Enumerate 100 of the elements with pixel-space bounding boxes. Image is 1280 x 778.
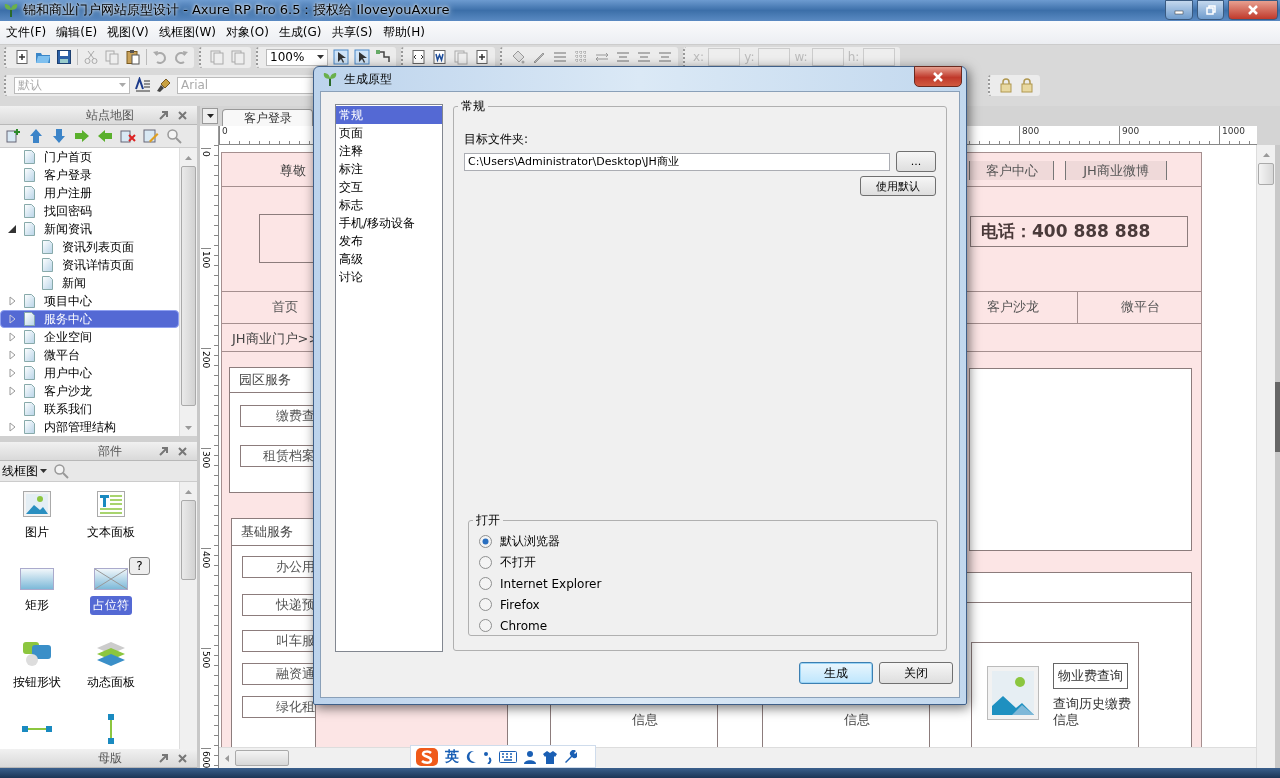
folder-field[interactable]: C:\Users\Administrator\Desktop\JH商业 <box>464 152 890 171</box>
category-item[interactable]: 标注 <box>336 160 442 178</box>
scrollbar[interactable] <box>179 482 197 750</box>
tree-item[interactable]: 联系我们 <box>0 400 179 419</box>
coordinate-field[interactable] <box>708 48 741 67</box>
service-button[interactable]: 快递预 <box>242 594 316 617</box>
text-style-icon[interactable] <box>135 77 151 94</box>
tree-item[interactable]: 新闻 <box>0 274 179 293</box>
menu-item[interactable]: 线框图(W) <box>154 21 221 43</box>
category-item[interactable]: 常规 <box>336 106 442 124</box>
scrollbar-thumb[interactable] <box>1258 163 1274 186</box>
tree-item[interactable]: 微平台 <box>0 346 179 365</box>
scrollbar-thumb[interactable] <box>181 166 196 407</box>
close-icon[interactable] <box>178 446 187 456</box>
tree-item[interactable]: 新闻资讯 <box>0 220 179 239</box>
category-item[interactable]: 发布 <box>336 232 442 250</box>
radio-button[interactable] <box>479 556 492 569</box>
scrollbar[interactable] <box>1256 145 1275 769</box>
radio-button[interactable] <box>479 598 492 611</box>
radio-label[interactable]: Chrome <box>500 618 548 633</box>
menu-item[interactable]: 帮助(H) <box>378 21 429 43</box>
wrench-icon[interactable] <box>563 749 577 764</box>
tree-item[interactable]: 资讯详情页面 <box>0 256 179 275</box>
scrollbar[interactable] <box>179 148 197 437</box>
html-file-icon[interactable] <box>411 49 427 66</box>
radio-label[interactable]: Internet Explorer <box>500 576 602 591</box>
widget-label[interactable]: 矩形 <box>22 596 52 616</box>
category-item[interactable]: 讨论 <box>336 268 442 286</box>
tab-menu-button[interactable] <box>202 108 218 125</box>
search-icon[interactable] <box>166 128 182 145</box>
expanded-triangle-icon[interactable] <box>8 225 16 234</box>
widget-label[interactable]: 按钮形状 <box>10 673 64 693</box>
dynamic-panel-icon[interactable] <box>96 641 126 668</box>
close-button[interactable] <box>1228 0 1278 21</box>
rectangle-icon[interactable] <box>20 568 54 591</box>
top-link[interactable]: JH商业微博 <box>1065 161 1167 181</box>
page-stack-icon[interactable] <box>209 49 225 66</box>
scroll-up-icon[interactable] <box>185 156 192 161</box>
restore-button[interactable] <box>1197 0 1224 21</box>
page-tab[interactable]: 客户登录 <box>222 109 313 127</box>
paint-bucket-icon[interactable] <box>510 49 526 66</box>
radio-button[interactable] <box>479 535 492 548</box>
save-icon[interactable] <box>56 49 72 66</box>
service-button[interactable]: 缴费查 <box>240 405 316 428</box>
nav-item[interactable]: 首页 <box>222 291 315 324</box>
punctuation-icon[interactable] <box>483 749 493 764</box>
zoom-select[interactable]: 100% <box>266 48 328 66</box>
tree-item[interactable]: 用户中心 <box>0 364 179 383</box>
minimize-button[interactable] <box>1165 0 1193 21</box>
add-page-icon[interactable] <box>5 128 21 145</box>
menu-item[interactable]: 文件(F) <box>2 21 51 43</box>
menu-item[interactable]: 对象(O) <box>222 21 273 43</box>
scroll-down-icon[interactable] <box>185 426 192 431</box>
coordinate-field[interactable] <box>758 48 791 67</box>
new-page-icon[interactable] <box>14 49 30 66</box>
help-badge[interactable]: ? <box>129 557 150 576</box>
service-button[interactable]: 绿化租 <box>242 696 316 719</box>
menu-item[interactable]: 编辑(E) <box>52 21 102 43</box>
redo-icon[interactable] <box>173 49 189 66</box>
coordinate-field[interactable] <box>811 48 844 67</box>
right-arrow-icon[interactable] <box>74 128 90 145</box>
collapsed-triangle-icon[interactable] <box>8 386 16 397</box>
collapsed-triangle-icon[interactable] <box>8 332 16 343</box>
category-item[interactable]: 高级 <box>336 250 442 268</box>
category-item[interactable]: 页面 <box>336 124 442 142</box>
tree-item[interactable]: 企业空间 <box>0 328 179 347</box>
radio-label[interactable]: 默认浏览器 <box>500 533 560 550</box>
widget-label[interactable]: 文本面板 <box>84 523 138 543</box>
library-select[interactable]: 线框图 <box>2 462 47 480</box>
widget-label[interactable]: 动态面板 <box>84 673 138 693</box>
input-mode-toggle[interactable]: 英 <box>445 747 459 766</box>
page-stack-icon[interactable] <box>230 49 246 66</box>
menu-item[interactable]: 共享(S) <box>327 21 377 43</box>
dialog-button[interactable]: 关闭 <box>879 662 953 684</box>
collapsed-triangle-icon[interactable] <box>8 314 16 325</box>
copy-icon[interactable] <box>104 49 120 66</box>
scroll-up-icon[interactable] <box>1262 153 1270 158</box>
word-file-icon[interactable] <box>432 49 448 66</box>
category-item[interactable]: 交互 <box>336 178 442 196</box>
close-icon[interactable] <box>178 753 187 763</box>
tree-item[interactable]: 客户沙龙 <box>0 382 179 401</box>
undo-icon[interactable] <box>152 49 168 66</box>
menu-item[interactable]: 视图(V) <box>103 21 153 43</box>
clipboard-icon[interactable] <box>125 49 141 66</box>
category-item[interactable]: 标志 <box>336 196 442 214</box>
search-icon[interactable] <box>53 463 69 480</box>
edit-page-icon[interactable] <box>143 128 159 145</box>
lock-icon[interactable] <box>1019 77 1035 94</box>
query-button[interactable]: 物业费查询 <box>1053 663 1128 690</box>
moon-icon[interactable] <box>465 749 477 764</box>
lock-icon[interactable] <box>998 77 1014 94</box>
button-shape-icon[interactable] <box>22 641 52 668</box>
pin-icon[interactable] <box>159 110 169 121</box>
collapsed-triangle-icon[interactable] <box>8 368 16 379</box>
pin-icon[interactable] <box>159 446 169 457</box>
new-page-icon[interactable] <box>474 49 490 66</box>
tree-item[interactable]: 客户登录 <box>0 166 179 185</box>
tree-item[interactable]: 用户注册 <box>0 184 179 203</box>
dialog-button[interactable]: 生成 <box>799 662 873 684</box>
service-button[interactable]: 叫车服 <box>242 630 316 653</box>
